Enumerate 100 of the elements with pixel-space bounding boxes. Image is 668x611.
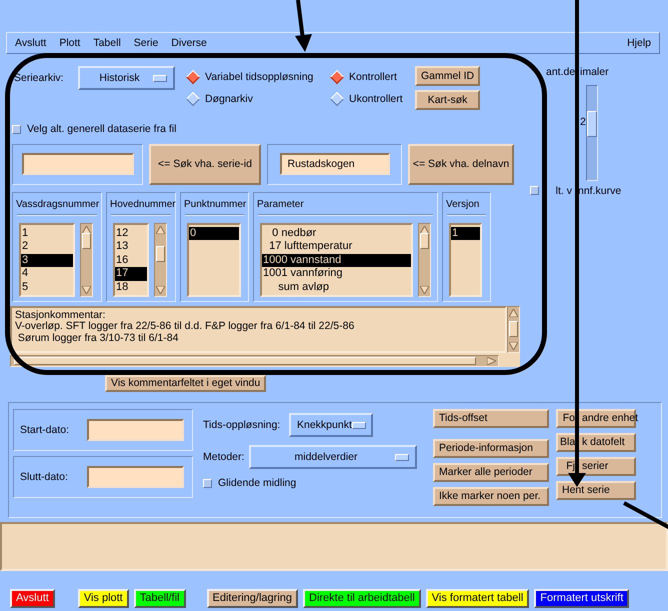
checkbox-label: Velg alt. generell dataserie fra fil (27, 123, 176, 136)
up-arrow-icon[interactable] (156, 226, 165, 234)
button[interactable]: Vis formatert tabell (426, 589, 530, 608)
button[interactable]: Avslutt (10, 589, 55, 608)
dropdown-indicator-icon (153, 74, 167, 82)
list-title: Parameter (256, 198, 305, 212)
list-item[interactable]: 4 (21, 267, 73, 281)
checkbox-label: Glidende midling (218, 477, 296, 490)
list-item[interactable]: 3 (21, 254, 73, 268)
list-title: Punktnummer (183, 198, 248, 212)
text-field[interactable] (22, 153, 134, 176)
list-item[interactable]: 18 (115, 280, 147, 294)
dropdown[interactable]: middelverdier (249, 445, 417, 469)
menu-item[interactable]: Plott (59, 36, 80, 50)
list-box[interactable]: 0 (187, 222, 241, 297)
list-item[interactable]: 2 (21, 240, 73, 254)
dropdown-indicator-icon (395, 454, 409, 460)
comment-text: Stasjonkommentar: V-overløp. SFT logger fra 22/5-86 til d.d. F&P logger fra 6/1-84 til 22/5-86 Sørum logger fra 3/10-73 til 6/1-84 (10, 306, 507, 353)
button[interactable]: Tabell/fil (134, 589, 186, 608)
button[interactable]: Editering/lagring (206, 589, 298, 608)
field-label: Seriearkiv: (14, 72, 65, 85)
field-label: Slutt-dato: (20, 470, 69, 484)
scroll-thumb[interactable] (156, 246, 165, 262)
menu-item[interactable]: Tabell (93, 36, 121, 50)
annotation-arrow (295, 0, 312, 52)
list-item[interactable]: 1000 vannstand (262, 254, 411, 268)
list-item[interactable]: 17 lufttemperatur (262, 240, 411, 254)
list-item[interactable]: 0 (189, 226, 239, 240)
field-label: Tids-oppløsning: (203, 418, 282, 432)
list-item[interactable]: 5 (21, 280, 73, 294)
list-item[interactable]: 1 (451, 226, 480, 240)
scrollbar[interactable] (507, 306, 520, 353)
scroll-thumb[interactable] (509, 320, 518, 337)
button[interactable]: Hent serie (556, 481, 636, 500)
checkbox-label: nnf.kurve (578, 184, 622, 198)
down-arrow-icon[interactable] (156, 286, 165, 294)
list-item[interactable]: 1 (21, 226, 73, 240)
button[interactable]: Fj serier (556, 457, 636, 476)
list-item[interactable]: 13 (115, 240, 147, 254)
radio-label: Ukontrollert (349, 92, 403, 106)
search-button[interactable]: <= Søk vha. delnavn (408, 144, 514, 185)
radio-label: Døgnarkiv (205, 92, 253, 106)
button[interactable]: Bla k datofelt (556, 433, 636, 452)
down-arrow-icon[interactable] (82, 286, 91, 294)
scrollbar[interactable] (80, 222, 93, 297)
button[interactable]: Tids-offset (433, 409, 549, 428)
slider-thumb[interactable] (586, 110, 597, 137)
list-box[interactable]: 1 2 3 4 5 (19, 222, 75, 297)
list-box[interactable]: 1 (449, 222, 482, 297)
scroll-thumb[interactable] (420, 232, 429, 249)
menu-item[interactable]: Serie (134, 36, 158, 50)
button[interactable]: Ikke marker noen per. (433, 487, 549, 506)
scrollbar[interactable] (154, 222, 167, 297)
scrollbar[interactable] (418, 222, 431, 297)
scroll-thumb[interactable] (82, 232, 91, 249)
list-box[interactable]: 12 13 16 17 18 (113, 222, 149, 297)
button[interactable]: Periode-informasjon (433, 439, 549, 458)
dropdown-indicator-icon (352, 422, 366, 428)
list-item[interactable]: sum avløp (262, 280, 411, 294)
slider-label: ant.de (546, 66, 574, 79)
button[interactable]: Fo andre enhet (556, 409, 636, 428)
checkbox-label: lt. v (554, 184, 572, 198)
list-item[interactable]: 0 nedbør (262, 226, 411, 240)
menu-item[interactable]: Hjelp (627, 36, 651, 50)
search-button[interactable]: <= Søk vha. serie-id (149, 144, 261, 185)
checkbox[interactable] (203, 478, 212, 488)
checkbox[interactable] (12, 124, 21, 134)
annotation-line (623, 501, 668, 531)
date-field[interactable] (87, 466, 184, 488)
button[interactable]: Direkte til arbeidtabell (303, 589, 421, 608)
slider[interactable] (586, 84, 598, 181)
button[interactable]: Vis plott (78, 589, 129, 608)
menu-item[interactable]: Diverse (171, 36, 207, 50)
right-arrow-icon[interactable] (487, 356, 496, 365)
scrollbar[interactable] (10, 354, 499, 367)
dropdown[interactable]: Historisk (78, 66, 175, 90)
button[interactable]: Vis kommentarfeltet i eget vindu (105, 374, 266, 392)
radio-label: Variabel tidsoppløsning (205, 70, 314, 84)
button[interactable]: Formatert utskrift (534, 589, 630, 608)
slider-label: imaler (580, 66, 609, 79)
date-field[interactable] (87, 419, 184, 441)
down-arrow-icon[interactable] (420, 286, 429, 294)
list-item[interactable]: 1001 vannføring (262, 267, 411, 281)
scroll-thumb[interactable] (14, 356, 476, 365)
dropdown[interactable]: Knekkpunkt (289, 413, 373, 437)
list-item[interactable]: 17 (115, 267, 147, 281)
text-field[interactable]: Rustadskogen (280, 153, 390, 176)
up-arrow-icon[interactable] (509, 308, 518, 317)
checkbox[interactable] (530, 186, 539, 196)
list-item[interactable]: 16 (115, 254, 147, 268)
button[interactable]: Kart-søk (415, 90, 480, 110)
list-item[interactable]: 12 (115, 226, 147, 240)
list-box[interactable]: 0 nedbør 17 lufttemperatur 1000 vannstand 1001 vannføring sum avløp (260, 222, 413, 297)
button[interactable]: Gammel ID (415, 66, 480, 86)
button[interactable]: Marker alle perioder (433, 463, 549, 482)
field-label: Start-dato: (20, 424, 70, 436)
slider-value: 2 (580, 116, 586, 128)
down-arrow-icon[interactable] (509, 342, 518, 350)
menu-item[interactable]: Avslutt (15, 36, 46, 50)
field-label: Metoder: (203, 450, 246, 464)
